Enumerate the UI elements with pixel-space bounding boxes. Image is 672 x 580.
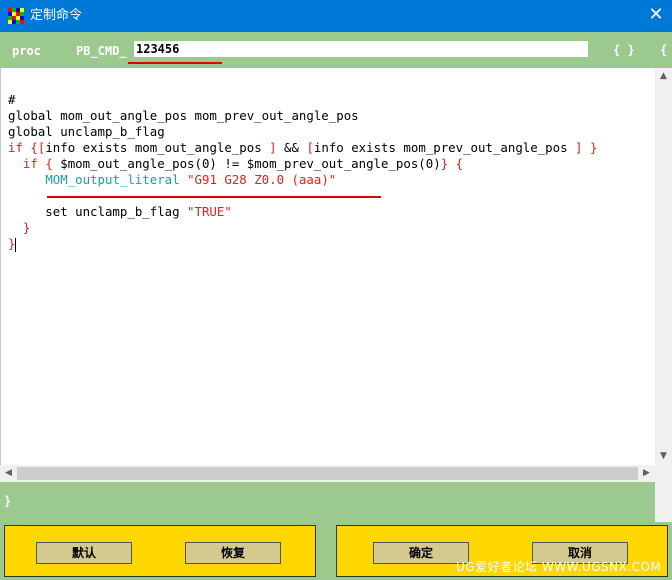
- code-line: if { $mom_out_angle_pos(0) != $mom_prev_…: [22, 156, 464, 171]
- code-line: }: [8, 220, 31, 235]
- vertical-scrollbar[interactable]: ▲ ▼: [655, 68, 672, 465]
- title-bar: 定制命令 ✕: [0, 0, 672, 32]
- proc-label: proc: [12, 44, 41, 58]
- brace-group-label: { }: [613, 43, 635, 57]
- scroll-left-icon[interactable]: ◀: [0, 465, 17, 482]
- command-prefix: PB_CMD_: [76, 44, 127, 58]
- code-text[interactable]: # global mom_out_angle_pos mom_prev_out_…: [8, 92, 597, 252]
- close-brace-label: }: [4, 494, 12, 508]
- command-name-input[interactable]: 123456: [134, 41, 588, 57]
- command-name-bar: proc PB_CMD_ 123456 { } {: [0, 32, 672, 68]
- code-line: }: [8, 236, 16, 251]
- code-line: global mom_out_angle_pos mom_prev_out_an…: [8, 108, 359, 123]
- scroll-right-icon[interactable]: ▶: [638, 465, 655, 482]
- ok-button[interactable]: 确定: [373, 542, 469, 564]
- scroll-thumb[interactable]: [17, 467, 638, 480]
- code-editor[interactable]: # global mom_out_angle_pos mom_prev_out_…: [0, 68, 656, 465]
- code-line: #: [8, 92, 16, 107]
- close-icon[interactable]: ✕: [640, 0, 672, 32]
- red-underline-annotation: [47, 196, 381, 198]
- text-cursor: [15, 237, 17, 252]
- scroll-up-icon[interactable]: ▲: [655, 68, 672, 85]
- watermark: UG爱好者论坛 WWW.UGSNX.COM: [456, 560, 662, 574]
- window-title: 定制命令: [30, 8, 83, 23]
- code-line: MOM_output_literal "G91 G28 Z0.0 (aaa)": [45, 172, 337, 187]
- code-line: set unclamp_b_flag "TRUE": [8, 204, 232, 219]
- horizontal-scrollbar[interactable]: ◀ ▶: [0, 465, 655, 482]
- open-brace-label: {: [660, 43, 668, 57]
- code-line: if {[info exists mom_out_angle_pos ] && …: [8, 140, 598, 155]
- close-brace-bar: }: [0, 482, 655, 522]
- left-button-panel: 默认 恢复: [4, 525, 316, 577]
- scroll-down-icon[interactable]: ▼: [655, 448, 672, 465]
- red-underline-annotation: [128, 62, 222, 64]
- default-button[interactable]: 默认: [36, 542, 132, 564]
- footer-scrollbar: [655, 482, 672, 522]
- app-grid-icon: [8, 8, 24, 24]
- scrollbar-corner: [655, 465, 672, 482]
- restore-button[interactable]: 恢复: [185, 542, 281, 564]
- code-line: global unclamp_b_flag: [8, 124, 165, 139]
